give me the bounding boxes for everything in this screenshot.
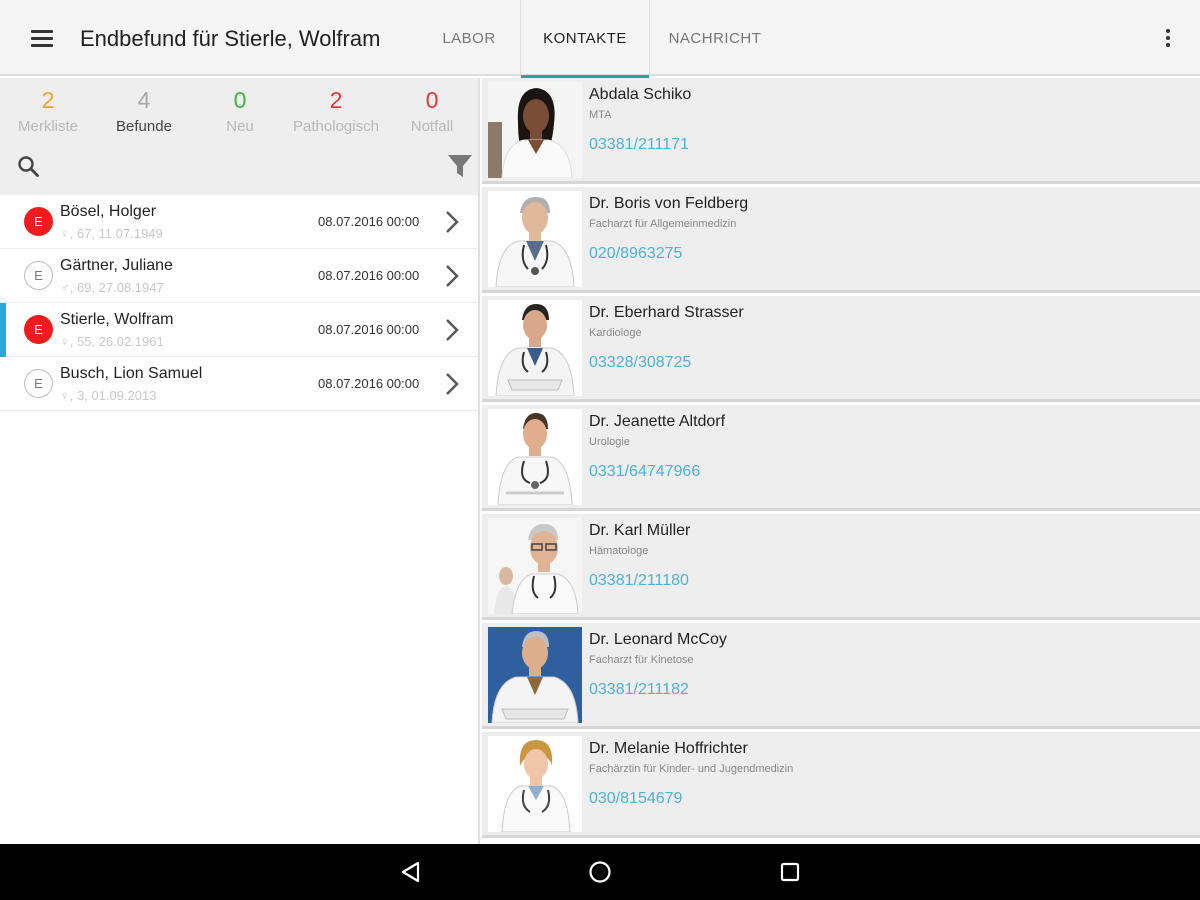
patient-row-selected[interactable]: E Stierle, Wolfram ♀, 55, 26.02.1961 08.…: [0, 303, 478, 357]
contact-photo: [488, 736, 582, 832]
stat-befunde[interactable]: 4 Befunde: [96, 86, 192, 135]
patient-date: 08.07.2016 00:00: [318, 322, 420, 337]
contact-name: Dr. Boris von Feldberg: [589, 195, 749, 212]
tab-bar: LABOR KONTAKTE NACHRICHT: [418, 0, 780, 78]
patient-name: Stierle, Wolfram: [60, 311, 174, 328]
contacts-panel: Abdala Schiko MTA 03381/211171 Dr. Boris…: [482, 78, 1200, 844]
contact-photo: [488, 518, 582, 614]
page-title: Endbefund für Stierle, Wolfram: [80, 26, 381, 51]
stat-value: 0: [425, 87, 439, 113]
home-circle-icon[interactable]: [586, 858, 614, 886]
contact-role: Fachärztin für Kinder- und Jugendmedizin: [589, 763, 794, 775]
patient-date: 08.07.2016 00:00: [318, 376, 420, 391]
contact-photo: [488, 409, 582, 505]
tab-nachricht[interactable]: NACHRICHT: [650, 0, 780, 76]
contact-name: Dr. Eberhard Strasser: [589, 304, 744, 321]
contact-card[interactable]: Dr. Boris von Feldberg Facharzt für Allg…: [482, 187, 1200, 293]
contact-name: Dr. Melanie Hoffrichter: [589, 740, 748, 757]
patient-name: Bösel, Holger: [60, 203, 157, 220]
patient-row[interactable]: E Busch, Lion Samuel ♀, 3, 01.09.2013 08…: [0, 357, 478, 411]
stat-value: 2: [41, 87, 55, 113]
contact-phone-link[interactable]: 03381/211182: [589, 681, 689, 699]
contact-photo: [488, 300, 582, 396]
stat-neu[interactable]: 0 Neu: [192, 86, 288, 135]
stat-label: Neu: [226, 118, 254, 135]
contact-photo: [488, 82, 582, 178]
stat-label: Notfall: [410, 118, 454, 135]
stat-value: 0: [233, 87, 247, 113]
contact-name: Dr. Karl Müller: [589, 522, 691, 539]
contact-phone-link[interactable]: 020/8963275: [589, 245, 682, 263]
patient-info: ♀, 3, 01.09.2013: [60, 388, 157, 403]
contact-card[interactable]: Dr. Karl Müller Hämatologe 03381/211180: [482, 514, 1200, 620]
contact-photo: [488, 191, 582, 287]
stat-value: 4: [137, 87, 151, 113]
status-badge: E: [24, 261, 53, 290]
status-badge: E: [24, 369, 53, 398]
stat-notfall[interactable]: 0 Notfall: [384, 86, 480, 135]
status-badge: E: [24, 315, 53, 344]
contact-role: Hämatologe: [589, 545, 649, 557]
patient-name: Busch, Lion Samuel: [60, 365, 203, 382]
filter-icon[interactable]: [446, 152, 474, 180]
chevron-right-icon: [446, 265, 459, 287]
search-icon[interactable]: [16, 154, 42, 180]
chevron-right-icon: [446, 319, 459, 341]
stat-merkliste[interactable]: 2 Merkliste: [0, 86, 96, 135]
more-vertical-icon[interactable]: [1160, 26, 1176, 50]
patient-panel: 2 Merkliste 4 Befunde 0 Neu 2 Pathologis…: [0, 78, 480, 844]
contact-card[interactable]: Dr. Leonard McCoy Facharzt für Kinetose …: [482, 623, 1200, 729]
contact-role: MTA: [589, 109, 612, 121]
contact-phone-link[interactable]: 03381/211171: [589, 136, 689, 154]
patient-name: Gärtner, Juliane: [60, 257, 173, 274]
contact-role: Facharzt für Allgemeinmedizin: [589, 218, 737, 230]
tab-labor[interactable]: LABOR: [418, 0, 520, 76]
contact-phone-link[interactable]: 03328/308725: [589, 354, 691, 372]
status-badge: E: [24, 207, 53, 236]
contact-role: Kardiologe: [589, 327, 642, 339]
chevron-right-icon: [446, 373, 459, 395]
patient-info: ♀, 67, 11.07.1949: [60, 226, 163, 241]
contact-phone-link[interactable]: 030/8154679: [589, 790, 682, 808]
chevron-right-icon: [446, 211, 459, 233]
patient-row[interactable]: E Bösel, Holger ♀, 67, 11.07.1949 08.07.…: [0, 195, 478, 249]
patient-info: ♂, 69, 27.08.1947: [60, 280, 164, 295]
stats-bar: 2 Merkliste 4 Befunde 0 Neu 2 Pathologis…: [0, 78, 478, 195]
recent-apps-square-icon[interactable]: [776, 858, 804, 886]
patient-info: ♀, 55, 26.02.1961: [60, 334, 164, 349]
contact-phone-link[interactable]: 03381/211180: [589, 572, 689, 590]
stat-label: Merkliste: [17, 118, 78, 135]
patient-row[interactable]: E Gärtner, Juliane ♂, 69, 27.08.1947 08.…: [0, 249, 478, 303]
contact-card[interactable]: Dr. Jeanette Altdorf Urologie 0331/64747…: [482, 405, 1200, 511]
patient-date: 08.07.2016 00:00: [318, 268, 420, 283]
contact-card[interactable]: Abdala Schiko MTA 03381/211171: [482, 78, 1200, 184]
system-navigation-bar: [0, 844, 1200, 900]
stat-label: Befunde: [116, 118, 172, 135]
contact-name: Dr. Jeanette Altdorf: [589, 413, 726, 430]
contact-role: Facharzt für Kinetose: [589, 654, 694, 666]
tab-kontakte[interactable]: KONTAKTE: [520, 0, 650, 78]
contact-photo: [488, 627, 582, 723]
back-triangle-icon[interactable]: [397, 858, 425, 886]
patient-date: 08.07.2016 00:00: [318, 214, 420, 229]
app-bar: Endbefund für Stierle, Wolfram LABOR KON…: [0, 0, 1200, 78]
stat-label: Pathologisch: [293, 118, 379, 135]
contact-name: Dr. Leonard McCoy: [589, 631, 727, 648]
hamburger-menu-icon[interactable]: [22, 24, 62, 54]
stat-value: 2: [329, 87, 343, 113]
contact-card[interactable]: Dr. Eberhard Strasser Kardiologe 03328/3…: [482, 296, 1200, 402]
stat-pathologisch[interactable]: 2 Pathologisch: [288, 86, 384, 135]
contact-phone-link[interactable]: 0331/64747966: [589, 463, 700, 481]
contact-role: Urologie: [589, 436, 630, 448]
patient-list: E Bösel, Holger ♀, 67, 11.07.1949 08.07.…: [0, 195, 478, 411]
contact-card[interactable]: Dr. Melanie Hoffrichter Fachärztin für K…: [482, 732, 1200, 838]
contact-name: Abdala Schiko: [589, 86, 692, 103]
